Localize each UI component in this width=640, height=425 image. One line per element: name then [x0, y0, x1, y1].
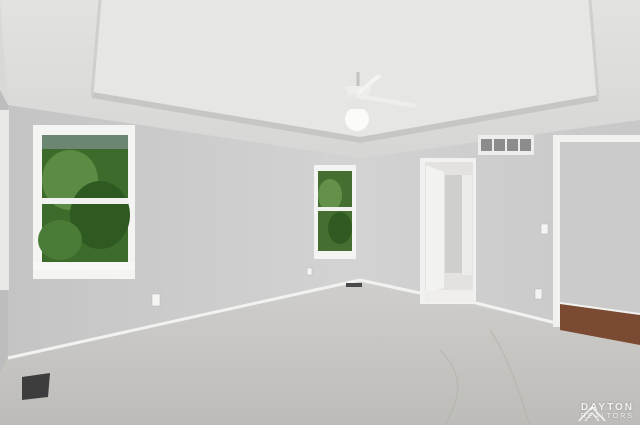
middle-window	[314, 165, 356, 259]
outlet-right	[534, 288, 543, 300]
floor-vent	[22, 373, 50, 400]
light-switch	[540, 223, 549, 235]
hallway-doorway	[420, 158, 476, 304]
room-photo: DAYTON REALTORS	[0, 0, 640, 425]
realtor-watermark: DAYTON REALTORS	[577, 403, 634, 422]
left-window	[33, 125, 135, 279]
outlet-small	[306, 267, 313, 276]
air-return-vent	[478, 135, 534, 155]
curtain-edge	[0, 110, 9, 290]
room-illustration	[0, 0, 640, 425]
closet-doorway	[553, 135, 640, 345]
outlet	[151, 293, 161, 307]
floor-vent-2	[346, 283, 362, 287]
